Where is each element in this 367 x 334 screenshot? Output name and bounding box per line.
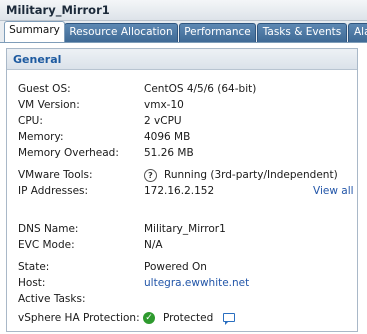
tab-resource-allocation[interactable]: Resource Allocation <box>64 23 178 42</box>
view-all-link[interactable]: View all <box>313 185 354 197</box>
vsphere-ha-value: Protected <box>163 312 214 324</box>
vsphere-ha-label: vSphere HA Protection: <box>18 312 140 324</box>
state-label: State: <box>18 261 50 273</box>
evc-mode-label: EVC Mode: <box>18 239 75 251</box>
window-title-bar: Military_Mirror1 <box>0 0 367 21</box>
memory-value: 4096 MB <box>144 131 191 143</box>
window-title: Military_Mirror1 <box>6 3 110 17</box>
memory-overhead-label: Memory Overhead: <box>18 147 119 159</box>
evc-mode-value: N/A <box>144 239 163 251</box>
vmware-tools-label: VMware Tools: <box>18 169 93 181</box>
comment-icon[interactable] <box>223 313 235 325</box>
check-circle-icon: ✓ <box>143 312 155 324</box>
dns-name-label: DNS Name: <box>18 223 79 235</box>
ip-addresses-value: 172.16.2.152 <box>144 185 215 197</box>
general-panel-header: General <box>7 49 357 70</box>
tab-tasks-events[interactable]: Tasks & Events <box>257 23 347 42</box>
host-link[interactable]: ultegra.ewwhite.net <box>144 277 249 289</box>
vmware-tools-value: Running (3rd-party/Independent) <box>164 169 338 181</box>
ip-addresses-label: IP Addresses: <box>18 185 89 197</box>
cpu-label: CPU: <box>18 115 43 127</box>
vm-version-label: VM Version: <box>18 99 80 111</box>
dns-name-value: Military_Mirror1 <box>144 223 226 235</box>
help-icon: ? <box>144 169 157 182</box>
tab-alarms[interactable]: Ala <box>348 23 367 42</box>
guest-os-value: CentOS 4/5/6 (64-bit) <box>144 83 257 95</box>
general-panel-title: General <box>13 53 62 66</box>
tab-strip: Summary Resource Allocation Performance … <box>0 21 367 43</box>
memory-label: Memory: <box>18 131 64 143</box>
vm-version-value: vmx-10 <box>144 99 184 111</box>
cpu-value: 2 vCPU <box>144 115 182 127</box>
guest-os-label: Guest OS: <box>18 83 71 95</box>
host-label: Host: <box>18 277 46 289</box>
state-value: Powered On <box>144 261 207 273</box>
tab-summary[interactable]: Summary <box>4 21 65 42</box>
active-tasks-label: Active Tasks: <box>18 293 86 305</box>
memory-overhead-value: 51.26 MB <box>144 147 194 159</box>
general-panel: General Guest OS: CentOS 4/5/6 (64-bit) … <box>6 48 358 332</box>
tab-performance[interactable]: Performance <box>179 23 256 42</box>
